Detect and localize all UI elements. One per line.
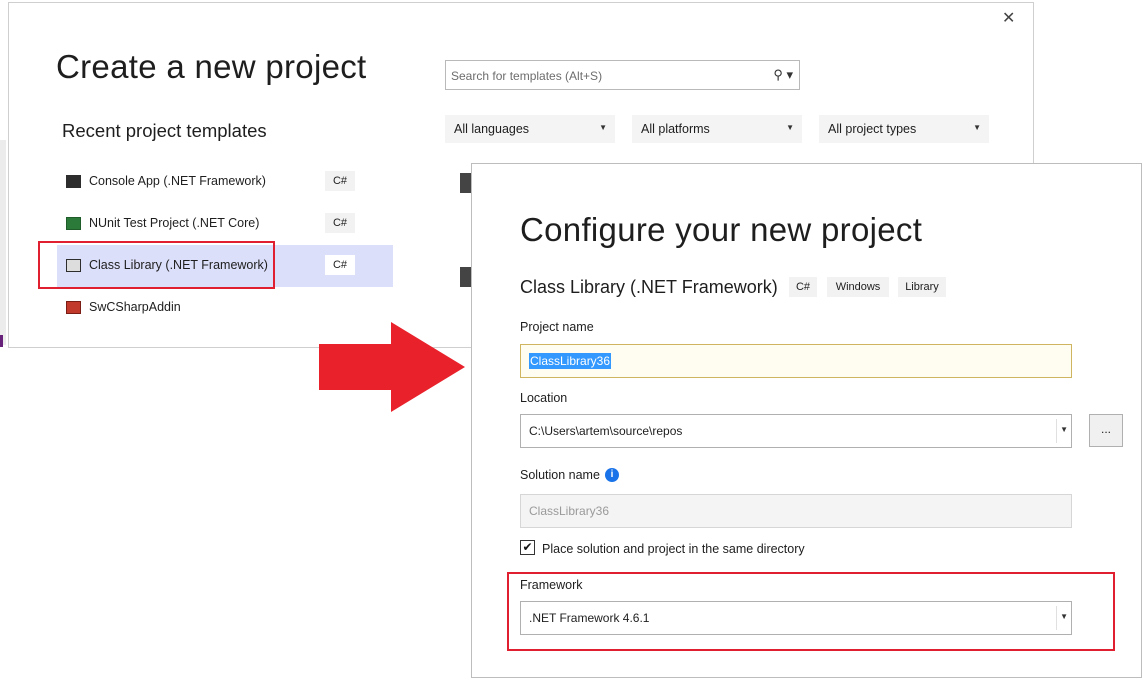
platform-filter-value: All platforms [641,122,710,136]
template-label: Console App (.NET Framework) [89,174,266,188]
location-value: C:\Users\artem\source\repos [529,424,683,438]
same-directory-checkbox[interactable]: ✔ [520,540,535,555]
project-type-filter-value: All project types [828,122,917,136]
language-badge: C# [325,255,355,275]
language-filter-value: All languages [454,122,530,136]
project-name-label: Project name [520,320,594,334]
template-icon [460,173,471,193]
browse-button[interactable]: ... [1089,414,1123,447]
info-icon[interactable]: i [605,468,619,482]
framework-highlight [507,572,1115,651]
arrow-right-icon [319,322,465,412]
project-type-filter-dropdown[interactable]: All project types ▼ [819,115,989,143]
project-name-value: ClassLibrary36 [529,353,612,369]
chevron-down-icon[interactable]: ▼ [1060,425,1068,434]
tag-language: C# [789,277,817,297]
search-icon[interactable]: ⚲ ▾ [773,67,793,83]
search-placeholder: Search for templates (Alt+S) [451,69,603,83]
language-badge: C# [325,213,355,233]
nunit-project-icon [66,217,81,230]
solution-name-value: ClassLibrary36 [529,504,610,518]
chevron-down-icon: ▼ [599,123,607,132]
language-badge: C# [325,171,355,191]
template-label: SwCSharpAddin [89,300,181,314]
addin-package-icon [66,301,81,314]
background-accent [0,335,3,347]
template-item-nunit-test[interactable]: NUnit Test Project (.NET Core) C# [57,203,393,245]
chevron-down-icon: ▼ [973,123,981,132]
page-title: Create a new project [56,48,367,85]
template-name: Class Library (.NET Framework) [520,277,778,297]
template-item-console-app[interactable]: Console App (.NET Framework) C# [57,161,393,203]
console-app-icon [66,175,81,188]
language-filter-dropdown[interactable]: All languages ▼ [445,115,615,143]
configure-project-dialog: Configure your new project Class Library… [471,163,1142,678]
tag-platform: Windows [827,277,889,297]
platform-filter-dropdown[interactable]: All platforms ▼ [632,115,802,143]
same-directory-label: Place solution and project in the same d… [542,542,805,556]
location-label: Location [520,391,568,405]
solution-name-input[interactable]: ClassLibrary36 [520,494,1072,528]
page-title: Configure your new project [520,211,923,248]
template-icon [460,267,471,287]
background-edge [0,140,6,345]
solution-name-label: Solution name [520,468,600,482]
recent-templates-heading: Recent project templates [62,120,267,141]
tag-project-type: Library [898,277,946,297]
divider [1056,419,1057,443]
location-combobox[interactable]: C:\Users\artem\source\repos ▼ [520,414,1072,448]
template-label: NUnit Test Project (.NET Core) [89,216,260,230]
project-name-input[interactable]: ClassLibrary36 [520,344,1072,378]
close-icon[interactable]: ✕ [1002,11,1015,27]
search-input[interactable]: Search for templates (Alt+S) ⚲ ▾ [445,60,800,90]
class-library-highlight [38,241,275,289]
chevron-down-icon: ▼ [786,123,794,132]
